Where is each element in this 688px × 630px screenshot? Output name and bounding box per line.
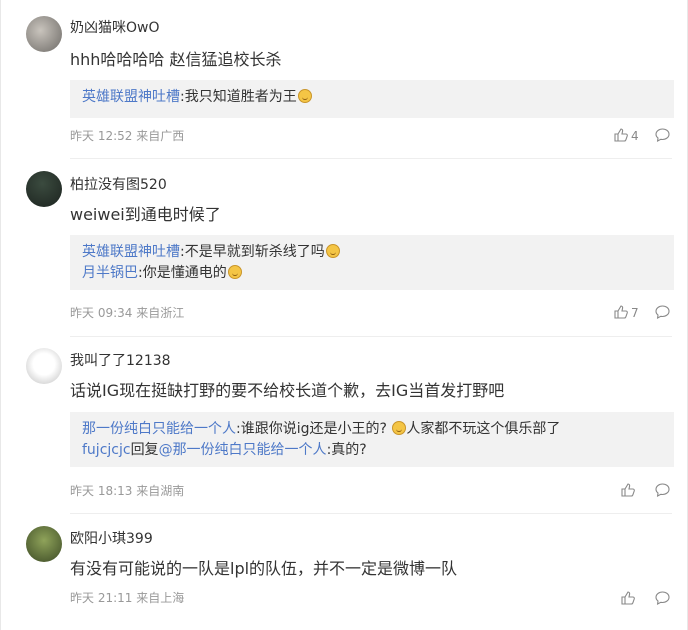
comment-bubble-icon [655, 483, 670, 500]
like-count: 7 [631, 306, 639, 320]
divider [70, 158, 672, 159]
comment-meta: 昨天 09:34 来自浙江 [70, 306, 185, 320]
like-count: 4 [631, 129, 639, 143]
emoji-icon [297, 89, 312, 103]
comment-bubble-icon [655, 305, 670, 322]
reply-box: 英雄联盟神吐槽:不是早就到斩杀线了吗 月半锅巴:你是懂通电的 [70, 235, 674, 290]
comment-item: 柏拉没有图520 weiwei到通电时候了 英雄联盟神吐槽:不是早就到斩杀线了吗… [0, 160, 688, 338]
avatar[interactable] [26, 526, 62, 562]
thumb-up-icon [614, 128, 628, 145]
emoji-icon [227, 265, 242, 279]
reply-text: :你是懂通电的 [138, 265, 227, 281]
like-button[interactable] [621, 483, 635, 500]
comment-item: 我叫了了12138 话说IG现在挺缺打野的要不给校长道个歉，去IG当首发打野吧 … [0, 338, 688, 514]
comment-meta: 昨天 21:11 来自上海 [70, 591, 185, 605]
reply-box: 英雄联盟神吐槽:我只知道胜者为王 [70, 80, 674, 118]
reply-text: :我只知道胜者为王 [180, 89, 297, 105]
reply-text: :真的? [326, 442, 367, 458]
comment-username[interactable]: 奶凶猫咪OwO [70, 19, 160, 37]
like-button[interactable] [621, 591, 635, 608]
reply-text: :不是早就到斩杀线了吗 [180, 244, 325, 260]
reply-line: 英雄联盟神吐槽:我只知道胜者为王 [82, 87, 674, 108]
comment-username[interactable]: 我叫了了12138 [70, 352, 171, 370]
comment-text: weiwei到通电时候了 [70, 205, 221, 224]
reply-user-link[interactable]: 那一份纯白只能给一个人 [82, 421, 236, 437]
comment-meta: 昨天 12:52 来自广西 [70, 129, 185, 143]
reply-line: 英雄联盟神吐槽:不是早就到斩杀线了吗 [82, 242, 674, 263]
reply-text: :谁跟你说ig还是小王的? [236, 421, 392, 437]
reply-user-link[interactable]: 英雄联盟神吐槽 [82, 244, 180, 260]
comment-text: 话说IG现在挺缺打野的要不给校长道个歉，去IG当首发打野吧 [70, 381, 505, 400]
comment-bubble-button[interactable] [655, 591, 670, 608]
comment-item: 奶凶猫咪OwO hhh哈哈哈哈 赵信猛追校长杀 英雄联盟神吐槽:我只知道胜者为王… [0, 0, 688, 160]
reply-text: 回复 [130, 442, 159, 458]
thumb-up-icon [621, 483, 635, 500]
comment-item: 欧阳小琪399 有没有可能说的一队是lpl的队伍，并不一定是微博一队 昨天 21… [0, 514, 688, 630]
thumb-up-icon [621, 591, 635, 608]
reply-line: 那一份纯白只能给一个人:谁跟你说ig还是小王的? 人家都不玩这个俱乐部了 [82, 419, 674, 440]
avatar[interactable] [26, 171, 62, 207]
reply-line: fujcjcjc回复@那一份纯白只能给一个人:真的? [82, 440, 674, 461]
reply-text: 人家都不玩这个俱乐部了 [406, 421, 561, 437]
comment-bubble-button[interactable] [655, 483, 670, 500]
comment-bubble-button[interactable] [655, 128, 670, 145]
comment-bubble-button[interactable] [655, 305, 670, 322]
reply-box: 那一份纯白只能给一个人:谁跟你说ig还是小王的? 人家都不玩这个俱乐部了 fuj… [70, 412, 674, 467]
reply-user-link[interactable]: @那一份纯白只能给一个人 [159, 442, 327, 458]
comment-bubble-icon [655, 128, 670, 145]
avatar[interactable] [26, 16, 62, 52]
comment-text: 有没有可能说的一队是lpl的队伍，并不一定是微博一队 [70, 559, 458, 578]
reply-user-link[interactable]: fujcjcjc [82, 442, 131, 458]
avatar[interactable] [26, 348, 62, 384]
like-button[interactable]: 4 [614, 128, 639, 145]
reply-user-link[interactable]: 英雄联盟神吐槽 [82, 89, 180, 105]
emoji-icon [325, 244, 340, 258]
reply-user-link[interactable]: 月半锅巴 [82, 265, 138, 281]
emoji-icon [392, 421, 407, 435]
divider [70, 336, 672, 337]
comment-username[interactable]: 柏拉没有图520 [70, 176, 167, 194]
comment-bubble-icon [655, 591, 670, 608]
comment-meta: 昨天 18:13 来自湖南 [70, 484, 185, 498]
comment-text: hhh哈哈哈哈 赵信猛追校长杀 [70, 50, 282, 69]
like-button[interactable]: 7 [614, 305, 639, 322]
thumb-up-icon [614, 305, 628, 322]
comment-username[interactable]: 欧阳小琪399 [70, 530, 153, 548]
reply-line: 月半锅巴:你是懂通电的 [82, 263, 674, 284]
